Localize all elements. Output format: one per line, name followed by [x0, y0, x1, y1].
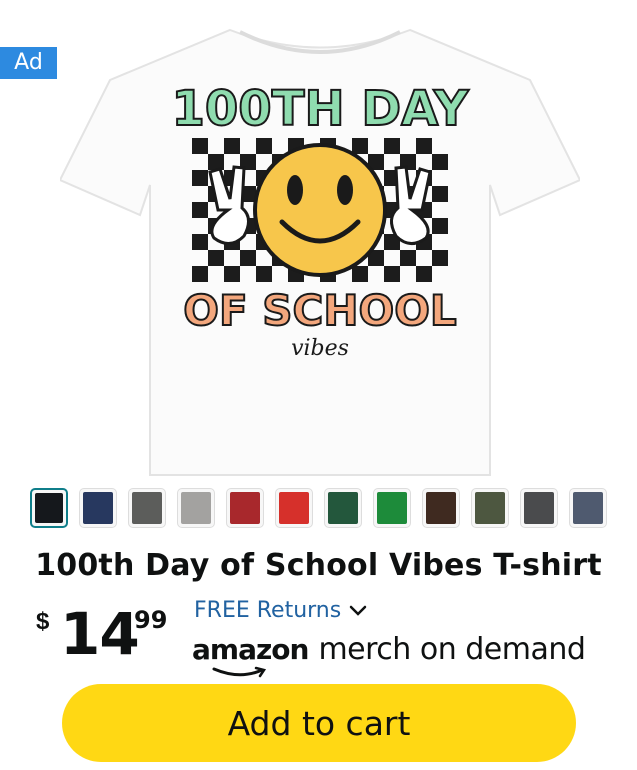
swatch-green[interactable]	[373, 488, 411, 528]
merch-on-demand-brand: amazon merch on demand	[192, 632, 586, 678]
swatch-dark-heather[interactable]	[520, 488, 558, 528]
swatch-chip	[377, 492, 407, 524]
swatch-slate[interactable]	[569, 488, 607, 528]
checker-square	[224, 138, 240, 154]
graphic-line3: vibes	[291, 336, 349, 361]
color-swatches	[30, 484, 610, 534]
checker-square	[208, 250, 224, 266]
swatch-black[interactable]	[30, 488, 68, 528]
checker-square	[384, 138, 400, 154]
merch-text: merch on demand	[318, 632, 586, 667]
swatch-chip	[230, 492, 260, 524]
checker-square	[352, 138, 368, 154]
checker-square	[432, 154, 448, 170]
checker-square	[416, 266, 432, 282]
checker-square	[192, 202, 208, 218]
ad-badge: Ad	[0, 47, 57, 79]
swatch-chip	[132, 492, 162, 524]
swatch-dark-green[interactable]	[324, 488, 362, 528]
swatch-chip	[83, 492, 113, 524]
product-title[interactable]: 100th Day of School Vibes T-shirt	[0, 548, 637, 583]
swatch-dark-red[interactable]	[226, 488, 264, 528]
checker-square	[224, 266, 240, 282]
swatch-chip	[35, 493, 63, 523]
checker-square	[384, 266, 400, 282]
checker-square	[416, 138, 432, 154]
swatch-chip	[181, 492, 211, 524]
checker-square	[192, 138, 208, 154]
amazon-logo: amazon	[192, 633, 309, 678]
swatch-chip	[279, 492, 309, 524]
swatch-navy[interactable]	[79, 488, 117, 528]
price-currency: $	[36, 608, 50, 635]
graphic-line1: 100TH DAY	[172, 81, 470, 137]
checker-square	[400, 250, 416, 266]
t-shirt-product-image[interactable]: 100TH DAY OF SCHOOL vibes	[60, 10, 580, 480]
checker-square	[192, 170, 208, 186]
checker-square	[432, 250, 448, 266]
checker-square	[192, 266, 208, 282]
swatch-chip	[475, 492, 505, 524]
graphic-line2: OF SCHOOL	[183, 286, 456, 335]
checker-square	[256, 138, 272, 154]
swatch-chip	[328, 492, 358, 524]
swatch-chip	[573, 492, 603, 524]
checker-square	[192, 234, 208, 250]
amazon-smile-icon	[212, 666, 267, 678]
swatch-olive[interactable]	[471, 488, 509, 528]
add-to-cart-button[interactable]: Add to cart	[62, 684, 576, 762]
chevron-down-icon	[349, 605, 367, 616]
checker-square	[256, 266, 272, 282]
checker-square	[240, 250, 256, 266]
swatch-red[interactable]	[275, 488, 313, 528]
free-returns-link[interactable]: FREE Returns	[194, 598, 367, 623]
price-whole: 14	[60, 600, 140, 668]
swatch-chip	[426, 492, 456, 524]
checker-square	[208, 154, 224, 170]
swatch-chip	[524, 492, 554, 524]
free-returns-label: FREE Returns	[194, 598, 342, 623]
swatch-light-gray[interactable]	[177, 488, 215, 528]
price-fraction: 99	[134, 606, 168, 634]
checker-square	[432, 186, 448, 202]
checker-square	[432, 218, 448, 234]
checker-square	[352, 266, 368, 282]
swatch-charcoal-gray[interactable]	[128, 488, 166, 528]
swatch-brown[interactable]	[422, 488, 460, 528]
